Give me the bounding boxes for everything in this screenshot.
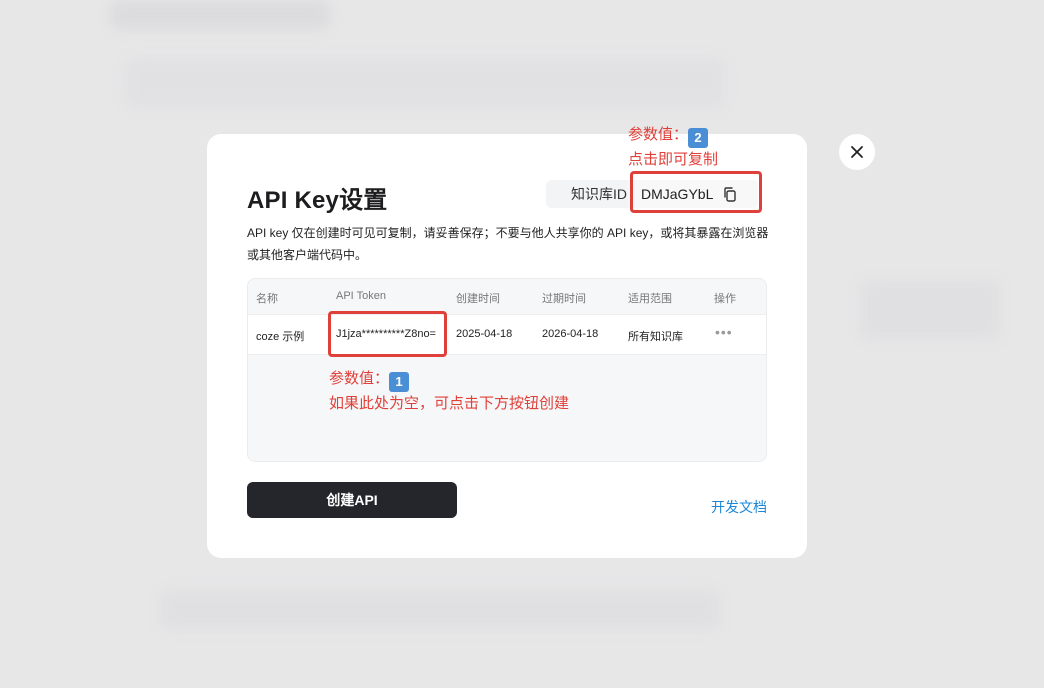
background-blur <box>125 58 725 108</box>
column-header-scope: 适用范围 <box>628 293 672 305</box>
annotation-bottom: 参数值： 1 如果此处为空，可点击下方按钮创建 <box>329 367 569 415</box>
annotation-bottom-line2: 如果此处为空，可点击下方按钮创建 <box>329 395 570 412</box>
modal-title: API Key设置 <box>247 187 388 214</box>
table-row: coze 示例 J1jza**********Z8no= 2025-04-18 … <box>248 314 766 355</box>
column-header-actions: 操作 <box>714 293 736 305</box>
annotation-top-line2: 点击即可复制 <box>628 151 719 168</box>
annotation-highlight-token <box>328 311 447 357</box>
background-blur <box>860 280 1000 340</box>
close-icon <box>851 146 863 158</box>
knowledge-base-id-label: 知识库ID <box>571 186 627 202</box>
more-actions-icon[interactable]: ••• <box>715 324 733 340</box>
annotation-top: 参数值： 2 点击即可复制 <box>628 123 718 171</box>
table-header: 名称 API Token 创建时间 过期时间 适用范围 操作 <box>248 279 766 314</box>
annotation-highlight-kb-id <box>630 171 762 213</box>
number-1-badge-icon: 1 <box>389 372 410 392</box>
row-scope: 所有知识库 <box>628 331 683 343</box>
create-api-button[interactable]: 创建API <box>247 482 457 518</box>
row-expires-date: 2026-04-18 <box>542 328 599 340</box>
column-header-expires: 过期时间 <box>542 293 586 305</box>
annotation-bottom-line1: 参数值： <box>329 370 390 387</box>
api-key-description: API key 仅在创建时可见可复制，请妥善保存；不要与他人共享你的 API k… <box>247 226 769 262</box>
close-button[interactable] <box>839 134 875 170</box>
background-blur <box>160 590 720 630</box>
column-header-api-token: API Token <box>336 290 386 302</box>
column-header-created: 创建时间 <box>456 293 500 305</box>
number-2-badge-icon: 2 <box>688 128 709 148</box>
row-created-date: 2025-04-18 <box>456 328 513 340</box>
annotation-top-line1: 参数值： <box>628 126 689 143</box>
column-header-name: 名称 <box>256 293 278 305</box>
developer-docs-link[interactable]: 开发文档 <box>711 497 767 517</box>
background-blur <box>110 0 330 30</box>
row-name: coze 示例 <box>256 331 305 343</box>
